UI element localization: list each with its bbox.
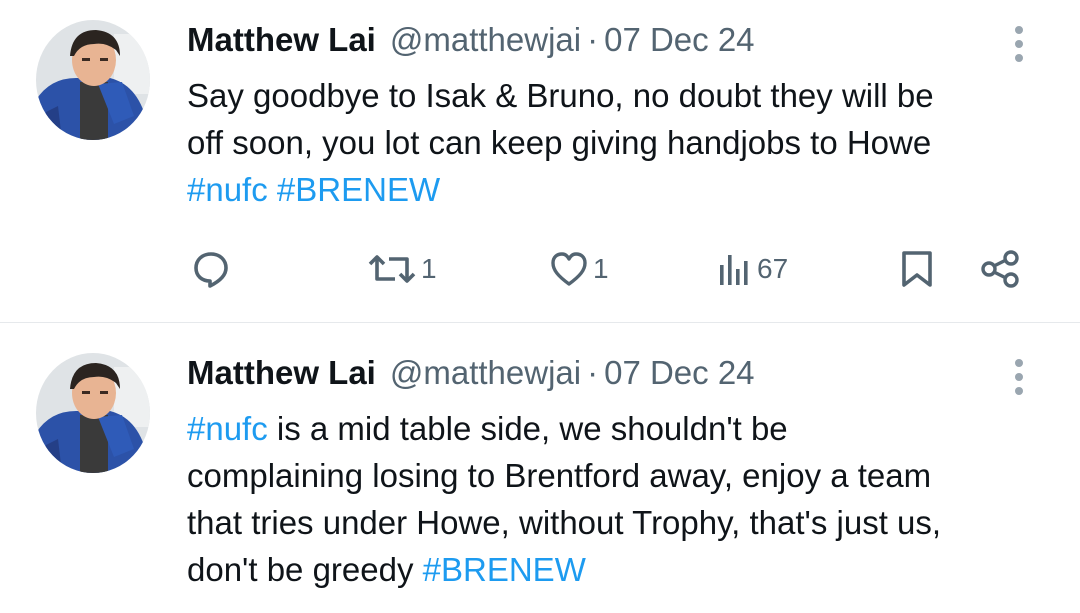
hashtag-link[interactable]: #nufc bbox=[187, 410, 268, 447]
separator: · bbox=[587, 354, 599, 391]
text-segment bbox=[268, 171, 277, 208]
hashtag-link[interactable]: #BRENEW bbox=[277, 171, 440, 208]
views-count: 67 bbox=[757, 253, 789, 284]
share-button[interactable] bbox=[979, 242, 1023, 296]
author-name[interactable]: Matthew Lai bbox=[187, 354, 376, 392]
repost-icon bbox=[367, 249, 417, 289]
separator: · bbox=[587, 21, 599, 58]
author-handle[interactable]: @matthewjai bbox=[390, 21, 581, 59]
text-line: #nufc #BRENEW bbox=[187, 166, 1047, 213]
text-segment: complaining losing to Brentford away, en… bbox=[187, 457, 932, 494]
text-segment: that tries under Howe, without Trophy, t… bbox=[187, 504, 942, 541]
hashtag-link[interactable]: #BRENEW bbox=[423, 551, 586, 588]
text-segment: don't be greedy bbox=[187, 551, 423, 588]
text-line: complaining losing to Brentford away, en… bbox=[187, 452, 1047, 499]
bookmark-icon bbox=[899, 249, 935, 289]
reply-icon bbox=[191, 249, 231, 289]
tweet[interactable]: Matthew Lai @matthewjai · 07 Dec 24 Say … bbox=[0, 0, 1080, 323]
repost-button[interactable]: 1 bbox=[367, 242, 437, 296]
tweet-date[interactable]: 07 Dec 24 bbox=[604, 354, 754, 392]
text-segment: off soon, you lot can keep giving handjo… bbox=[187, 124, 932, 161]
text-line: don't be greedy #BRENEW bbox=[187, 546, 1047, 593]
avatar[interactable] bbox=[36, 353, 150, 473]
text-segment: Say goodbye to Isak & Bruno, no doubt th… bbox=[187, 77, 934, 114]
bookmark-button[interactable] bbox=[899, 242, 935, 296]
repost-count: 1 bbox=[421, 253, 437, 284]
text-line: that tries under Howe, without Trophy, t… bbox=[187, 499, 1047, 546]
views-button[interactable]: 67 bbox=[717, 242, 788, 296]
text-segment: is a mid table side, we shouldn't be bbox=[267, 410, 788, 447]
views-icon bbox=[717, 249, 753, 289]
tweet-text: #nufc is a mid table side, we shouldn't … bbox=[187, 405, 1047, 593]
like-count: 1 bbox=[593, 253, 609, 284]
share-icon bbox=[979, 249, 1023, 289]
text-line: #nufc is a mid table side, we shouldn't … bbox=[187, 405, 1047, 452]
author-handle[interactable]: @matthewjai bbox=[390, 354, 581, 392]
tweet-text: Say goodbye to Isak & Bruno, no doubt th… bbox=[187, 72, 1047, 213]
more-options-icon[interactable] bbox=[1004, 22, 1034, 66]
reply-button[interactable] bbox=[191, 242, 235, 296]
tweet-date[interactable]: 07 Dec 24 bbox=[604, 21, 754, 59]
text-line: off soon, you lot can keep giving handjo… bbox=[187, 119, 1047, 166]
more-options-icon[interactable] bbox=[1004, 355, 1034, 399]
hashtag-link[interactable]: #nufc bbox=[187, 171, 268, 208]
like-button[interactable]: 1 bbox=[549, 242, 609, 296]
avatar[interactable] bbox=[36, 20, 150, 140]
text-line: Say goodbye to Isak & Bruno, no doubt th… bbox=[187, 72, 1047, 119]
tweet-header: Matthew Lai @matthewjai · 07 Dec 24 bbox=[187, 351, 755, 395]
author-name[interactable]: Matthew Lai bbox=[187, 21, 376, 59]
heart-icon bbox=[549, 249, 589, 289]
tweet-header: Matthew Lai @matthewjai · 07 Dec 24 bbox=[187, 18, 755, 62]
tweet[interactable]: Matthew Lai @matthewjai · 07 Dec 24 #nuf… bbox=[0, 323, 1080, 613]
tweet-actions: 1 1 67 bbox=[187, 242, 1047, 296]
